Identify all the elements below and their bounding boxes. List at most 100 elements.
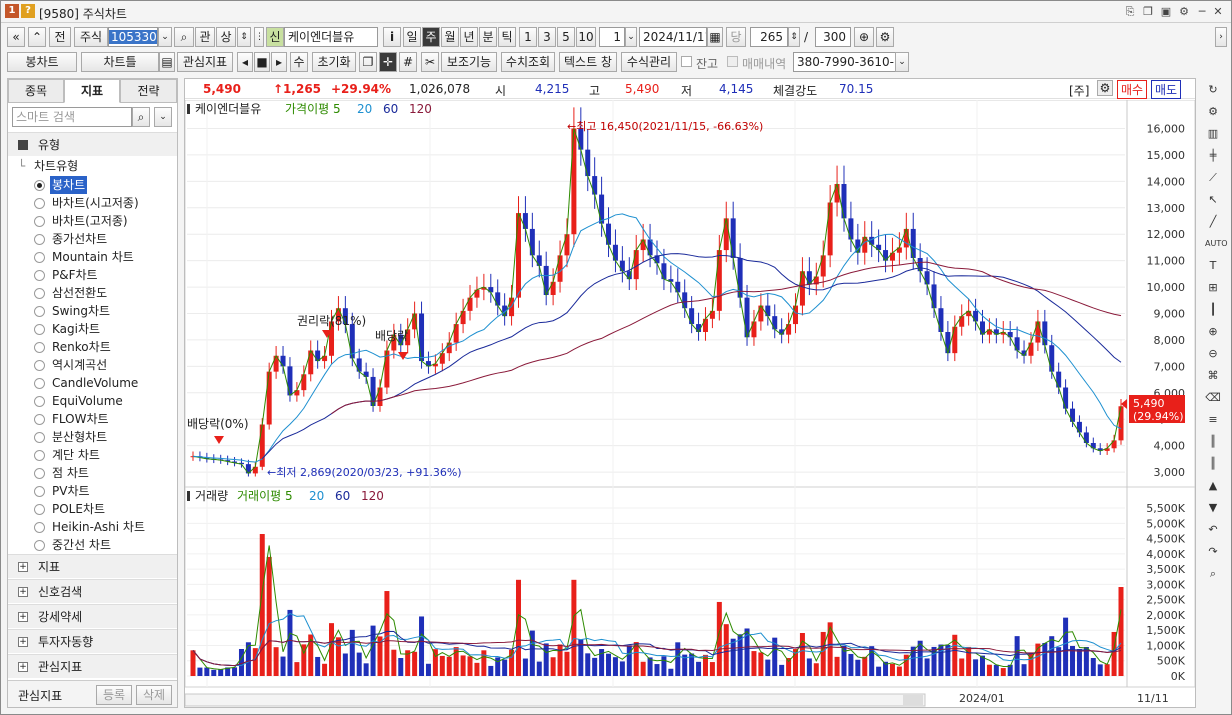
radio-icon[interactable] (34, 234, 45, 245)
chart-type-item[interactable]: 점 차트 (8, 464, 177, 482)
radio-icon[interactable] (34, 288, 45, 299)
chart-type-item[interactable]: 바차트(고저종) (8, 212, 177, 230)
chart-type-item[interactable]: 분산형차트 (8, 428, 177, 446)
text-icon[interactable]: T (1205, 258, 1221, 274)
group-signal-search[interactable]: + 신호검색 (8, 579, 177, 603)
expand-icon[interactable]: › (1215, 27, 1227, 47)
formula-manage-button[interactable]: 수식관리 (621, 52, 677, 72)
radio-icon[interactable] (34, 522, 45, 533)
subcategory-chart-type[interactable]: └ 차트유형 (8, 157, 177, 175)
period-minute-button[interactable]: 분 (479, 27, 497, 47)
chart-type-item[interactable]: Renko차트 (8, 338, 177, 356)
account-select[interactable]: 380-7990-3610-1 (793, 52, 897, 72)
market-select[interactable]: 주식 (74, 27, 108, 47)
chart-type-item[interactable]: EquiVolume (8, 392, 177, 410)
period-week-button[interactable]: 주 (422, 27, 440, 47)
prev-button[interactable]: 전 (49, 27, 71, 47)
collapse-icon[interactable]: ⌄ (154, 107, 172, 127)
stock-name-field[interactable]: 케이엔더블유 (284, 27, 378, 47)
scissors-icon[interactable]: ✂ (421, 52, 439, 72)
chart-type-item[interactable]: Swing차트 (8, 302, 177, 320)
interval-5-button[interactable]: 5 (557, 27, 575, 47)
trade-history-checkbox[interactable] (727, 56, 738, 67)
radio-icon[interactable] (34, 414, 45, 425)
chart-type-item[interactable]: Mountain 차트 (8, 248, 177, 266)
cross-icon[interactable]: ╪ (1205, 148, 1221, 164)
text-window-button[interactable]: 텍스트 창 (559, 52, 617, 72)
pointer-icon[interactable]: ↖ (1205, 192, 1221, 208)
gear-icon[interactable]: ⚙ (876, 27, 894, 47)
crosshair-icon[interactable]: ✛ (379, 52, 397, 72)
search-icon[interactable]: ⌕ (174, 27, 194, 47)
period-tick-button[interactable]: 틱 (498, 27, 516, 47)
aux-function-button[interactable]: 보조기능 (441, 52, 497, 72)
arrow-down-icon[interactable]: ▼ (1205, 500, 1221, 516)
chart-type-item[interactable]: Heikin-Ashi 차트 (8, 518, 177, 536)
stop-icon[interactable]: ■ (254, 52, 270, 72)
radio-icon[interactable] (34, 270, 45, 281)
group-investor[interactable]: + 투자자동향 (8, 629, 177, 653)
chart-type-button[interactable]: 봉차트 (7, 52, 77, 72)
radio-icon[interactable] (34, 486, 45, 497)
nav-first-button[interactable]: « (7, 27, 25, 47)
radio-icon[interactable] (34, 450, 45, 461)
group-favorite[interactable]: + 관심지표 (8, 654, 177, 678)
gear-icon[interactable]: ⚙ (1097, 80, 1113, 96)
register-button[interactable]: 등록 (96, 685, 132, 705)
search-icon[interactable]: ⌕ (1205, 566, 1221, 582)
period-day-button[interactable]: 일 (403, 27, 421, 47)
chart-type-item[interactable]: 계단 차트 (8, 446, 177, 464)
close-icon[interactable]: ✕ (1211, 5, 1225, 19)
chart-type-item[interactable]: 역시계곡선 (8, 356, 177, 374)
magnet-icon[interactable]: ⌘ (1205, 368, 1221, 384)
tab-stock[interactable]: 종목 (8, 79, 64, 103)
window-icon[interactable]: ❐ (359, 52, 377, 72)
favorite-button[interactable]: 관 (195, 27, 215, 47)
today-button[interactable]: 당 (726, 27, 746, 47)
buy-button[interactable]: 매수 (1117, 80, 1148, 99)
eraser-icon[interactable]: ⌫ (1205, 390, 1221, 406)
nav-prev-button[interactable]: ⌃ (28, 27, 46, 47)
bars2-icon[interactable]: ║ (1205, 456, 1221, 472)
copy-icon[interactable]: ❐ (1141, 5, 1155, 19)
date-input[interactable]: 2024/11/11 (639, 27, 707, 47)
radio-icon[interactable] (34, 198, 45, 209)
radio-icon[interactable] (34, 342, 45, 353)
radio-icon[interactable] (34, 216, 45, 227)
chart-type-item[interactable]: POLE차트 (8, 500, 177, 518)
redo-icon[interactable]: ↷ (1205, 544, 1221, 560)
calendar-icon[interactable]: ▦ (707, 27, 723, 47)
stock-code-input[interactable]: 105330 (108, 27, 158, 47)
info-button[interactable]: i (383, 27, 401, 47)
group-strength[interactable]: + 강세약세 (8, 604, 177, 628)
chart-type-item[interactable]: 삼선전환도 (8, 284, 177, 302)
zoom-in-icon[interactable]: ⊕ (1205, 324, 1221, 340)
chart-type-item[interactable]: CandleVolume (8, 374, 177, 392)
link-icon[interactable]: ⎘ (1123, 5, 1137, 19)
undo-icon[interactable]: ↶ (1205, 522, 1221, 538)
candle-icon[interactable]: ┃ (1205, 302, 1221, 318)
count-stepper-icon[interactable]: ⇕ (788, 27, 800, 47)
chart-type-item[interactable]: FLOW차트 (8, 410, 177, 428)
scroll-right-icon[interactable]: ▸ (271, 52, 287, 72)
tab-strategy[interactable]: 전략 (120, 79, 177, 103)
radio-icon[interactable] (34, 378, 45, 389)
chart-type-item[interactable]: PV차트 (8, 482, 177, 500)
stepper-icon[interactable]: ⇕ (237, 27, 251, 47)
category-type[interactable]: 유형 (8, 132, 177, 156)
period-year-button[interactable]: 년 (460, 27, 478, 47)
count-input[interactable]: 265 (750, 27, 788, 47)
radio-icon[interactable] (34, 468, 45, 479)
bars-icon[interactable]: ║ (1205, 434, 1221, 450)
arrow-up-icon[interactable]: ▲ (1205, 478, 1221, 494)
interval-3-button[interactable]: 3 (538, 27, 556, 47)
settings-icon[interactable]: ⚙ (1177, 5, 1191, 19)
save-icon[interactable]: ▤ (159, 52, 175, 72)
search-icon[interactable]: ⌕ (132, 107, 150, 127)
rise-button[interactable]: 상 (216, 27, 236, 47)
interval-dropdown-icon[interactable]: ⌄ (625, 27, 637, 47)
delete-button[interactable]: 삭제 (136, 685, 172, 705)
interval-input[interactable]: 1 (599, 27, 625, 47)
radio-icon[interactable] (34, 432, 45, 443)
balance-checkbox[interactable] (681, 56, 692, 67)
